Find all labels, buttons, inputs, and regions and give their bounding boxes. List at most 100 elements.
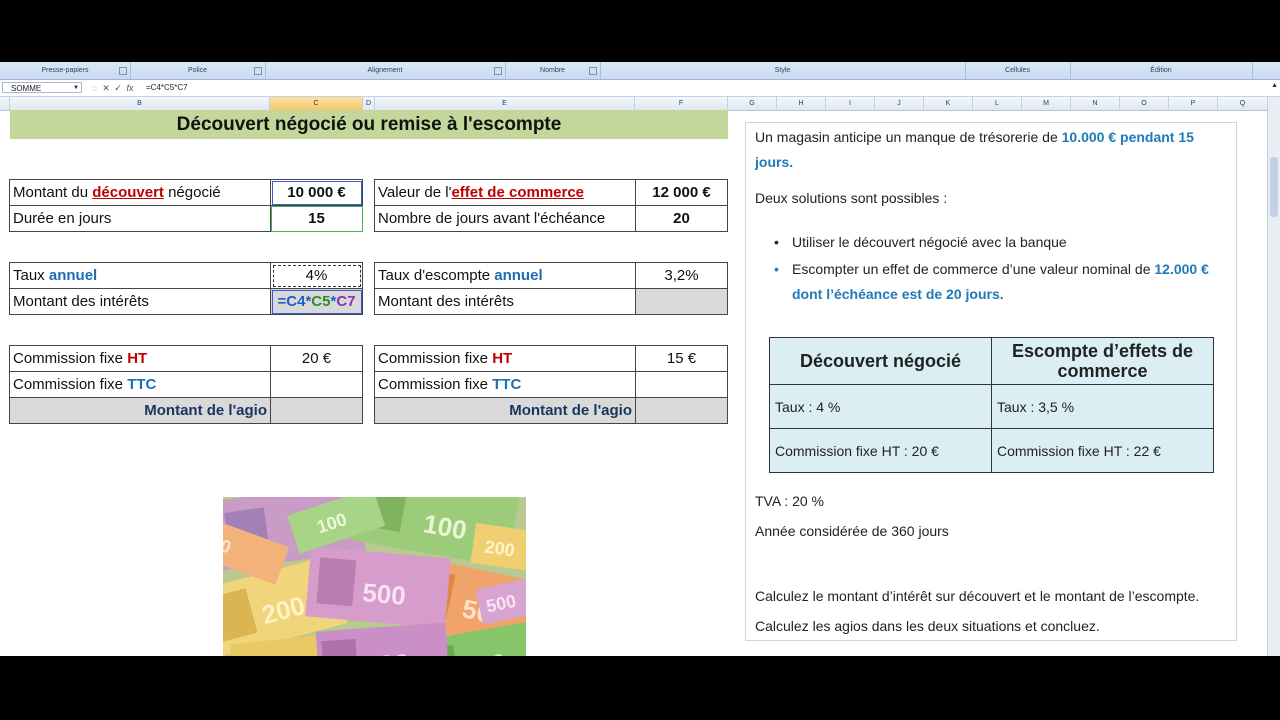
vertical-scrollbar[interactable] bbox=[1267, 97, 1280, 656]
cell-label[interactable]: Taux d'escompte annuel bbox=[374, 262, 636, 289]
cell-value[interactable]: 20 bbox=[635, 205, 728, 232]
cell-value[interactable] bbox=[635, 371, 728, 398]
table-cell: Taux : 4 % bbox=[769, 384, 992, 429]
cell-value[interactable]: 12 000 € bbox=[635, 179, 728, 206]
cell-value[interactable]: 10 000 € bbox=[270, 179, 363, 206]
cell-value[interactable]: 20 € bbox=[270, 345, 363, 372]
cell-label[interactable]: Montant des intérêts bbox=[9, 288, 271, 315]
overdraft-interest-table: Taux annuel 4% Montant des intérêts =C4*… bbox=[9, 262, 363, 315]
dialog-launcher-icon[interactable] bbox=[119, 67, 127, 75]
cell-value[interactable]: 3,2% bbox=[635, 262, 728, 289]
ribbon-group-font[interactable]: Police bbox=[130, 62, 266, 79]
banknote-value: 200 bbox=[484, 537, 517, 561]
cell-value[interactable]: 15 € bbox=[635, 345, 728, 372]
ribbon-group-label: Cellules bbox=[1005, 67, 1030, 74]
dialog-launcher-icon[interactable] bbox=[494, 67, 502, 75]
select-all-corner[interactable] bbox=[0, 97, 10, 110]
exercise-statement-panel: Un magasin anticipe un manque de trésore… bbox=[745, 122, 1237, 641]
conditions-table: Découvert négocié Escompte d’effets de c… bbox=[769, 337, 1214, 473]
discount-fees-table: Commission fixe HT 15 € Commission fixe … bbox=[374, 345, 728, 424]
column-header[interactable]: H bbox=[777, 97, 826, 110]
cell-label[interactable]: Montant du découvert négocié bbox=[9, 179, 271, 206]
worksheet: Découvert négocié ou remise à l'escompte… bbox=[0, 110, 740, 656]
column-header[interactable]: L bbox=[973, 97, 1022, 110]
ribbon-group-label: Alignement bbox=[367, 67, 403, 74]
cell-label[interactable]: Commission fixe TTC bbox=[374, 371, 636, 398]
formula-bar: SOMME ▼ ◌ ✕ ✓ fx =C4*C5*C7 ▲ bbox=[0, 80, 1280, 97]
cell-label[interactable]: Montant de l'agio bbox=[374, 397, 636, 424]
formula-buttons: ◌ ✕ ✓ fx bbox=[88, 82, 142, 94]
ribbon-group-number[interactable]: Nombre bbox=[505, 62, 601, 79]
bullet-icon: • bbox=[774, 234, 779, 250]
ribbon-group-cells[interactable]: Cellules bbox=[965, 62, 1071, 79]
dialog-launcher-icon[interactable] bbox=[254, 67, 262, 75]
table-cell: Commission fixe HT : 22 € bbox=[991, 428, 1214, 473]
column-header[interactable]: N bbox=[1071, 97, 1120, 110]
column-header[interactable]: O bbox=[1120, 97, 1169, 110]
cell-label[interactable]: Taux annuel bbox=[9, 262, 271, 289]
cell-label[interactable]: Commission fixe HT bbox=[9, 345, 271, 372]
scrollbar-thumb[interactable] bbox=[1270, 157, 1278, 217]
column-header[interactable]: G bbox=[728, 97, 777, 110]
chevron-down-icon[interactable]: ▼ bbox=[73, 83, 79, 94]
excel-window: Presse-papiers Police Alignement Nombre … bbox=[0, 62, 1280, 656]
euro-banknotes-image: 500 100 200 50 500 200 100 50 500 100 20… bbox=[223, 497, 526, 656]
expand-formula-icon[interactable]: ▲ bbox=[1271, 82, 1278, 89]
name-box[interactable]: SOMME ▼ bbox=[2, 82, 82, 93]
column-header[interactable]: I bbox=[826, 97, 875, 110]
list-item: • Escompter un effet de commerce d’une va… bbox=[774, 257, 1224, 307]
ribbon-group-label: Nombre bbox=[540, 67, 565, 74]
ribbon-group-editing[interactable]: Édition bbox=[1070, 62, 1253, 79]
ribbon-group-label: Édition bbox=[1150, 67, 1172, 74]
overdraft-inputs-table: Montant du découvert négocié 10 000 € Du… bbox=[9, 179, 363, 232]
formula-input[interactable]: =C4*C5*C7 bbox=[146, 82, 188, 94]
column-header[interactable]: K bbox=[924, 97, 973, 110]
column-headers: B C D E F G H I J K L M N O P Q bbox=[0, 97, 1280, 111]
banknote-value: 500 bbox=[361, 577, 407, 611]
formula-cell[interactable]: =C4*C5*C7 bbox=[270, 288, 363, 315]
column-header[interactable]: F bbox=[635, 97, 728, 110]
cancel-icon[interactable]: ✕ bbox=[100, 82, 112, 94]
table-header: Découvert négocié bbox=[769, 337, 992, 385]
ribbon-group-alignment[interactable]: Alignement bbox=[265, 62, 506, 79]
column-header[interactable]: J bbox=[875, 97, 924, 110]
cell-label[interactable]: Commission fixe TTC bbox=[9, 371, 271, 398]
cell-label[interactable]: Nombre de jours avant l'échéance bbox=[374, 205, 636, 232]
ribbon-group-labels: Presse-papiers Police Alignement Nombre … bbox=[0, 62, 1280, 80]
table-cell: Commission fixe HT : 20 € bbox=[769, 428, 992, 473]
cell-value[interactable] bbox=[635, 288, 728, 315]
cell-label[interactable]: Valeur de l'effet de commerce bbox=[374, 179, 636, 206]
intro-text: Un magasin anticipe un manque de trésore… bbox=[755, 129, 1194, 170]
insert-function-icon[interactable]: fx bbox=[124, 82, 136, 94]
column-header[interactable]: Q bbox=[1218, 97, 1268, 110]
cell-label[interactable]: Montant de l'agio bbox=[9, 397, 271, 424]
ribbon-group-label: Presse-papiers bbox=[41, 67, 89, 74]
cell-value[interactable] bbox=[635, 397, 728, 424]
cell-value[interactable] bbox=[270, 397, 363, 424]
column-header[interactable]: E bbox=[375, 97, 635, 110]
cell-value[interactable]: 15 bbox=[270, 205, 363, 232]
bullet-icon: • bbox=[774, 261, 779, 277]
column-header[interactable]: M bbox=[1022, 97, 1071, 110]
cell-value[interactable] bbox=[270, 371, 363, 398]
ribbon-group-style[interactable]: Style bbox=[600, 62, 966, 79]
sheet-title[interactable]: Découvert négocié ou remise à l'escompte bbox=[10, 110, 728, 139]
dialog-launcher-icon[interactable] bbox=[589, 67, 597, 75]
column-header[interactable]: C bbox=[270, 97, 363, 110]
question-1: Calculez le montant d’intérêt sur découv… bbox=[755, 588, 1200, 604]
ribbon-group-clipboard[interactable]: Presse-papiers bbox=[0, 62, 131, 79]
column-header[interactable]: B bbox=[10, 97, 270, 110]
cell-value[interactable]: 4% bbox=[270, 262, 363, 289]
table-header: Escompte d’effets de commerce bbox=[991, 337, 1214, 385]
enter-icon[interactable]: ✓ bbox=[112, 82, 124, 94]
cell-label[interactable]: Commission fixe HT bbox=[374, 345, 636, 372]
column-header[interactable]: D bbox=[363, 97, 375, 110]
cell-label[interactable]: Montant des intérêts bbox=[374, 288, 636, 315]
name-box-value: SOMME bbox=[11, 84, 42, 93]
cell-label[interactable]: Durée en jours bbox=[9, 205, 271, 232]
column-header[interactable]: P bbox=[1169, 97, 1218, 110]
more-icon: ◌ bbox=[91, 83, 97, 93]
tva-text: TVA : 20 % bbox=[755, 493, 824, 509]
question-2: Calculez les agios dans les deux situati… bbox=[755, 618, 1100, 634]
ribbon-group-label: Police bbox=[187, 67, 208, 74]
